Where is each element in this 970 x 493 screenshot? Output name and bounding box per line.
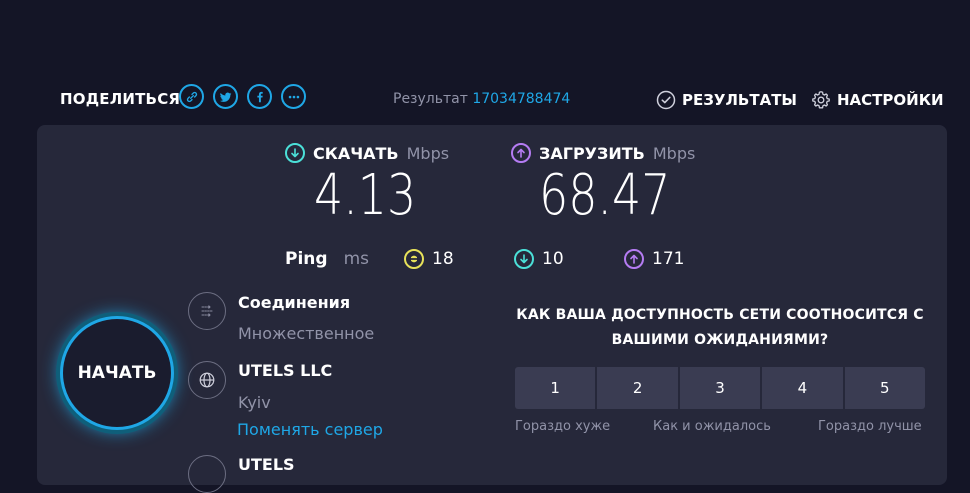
check-circle-icon [656,90,676,110]
top-bar: ПОДЕЛИТЬСЯ Результат 17034788474 РЕЗУЛЬТ… [0,82,970,116]
server2-icon [188,455,226,493]
ping-idle-value: 18 [432,249,454,269]
settings-nav-button[interactable]: НАСТРОЙКИ [811,90,944,110]
ping-upload-value: 171 [652,249,685,269]
start-button[interactable]: НАЧАТЬ [60,316,174,430]
results-nav-button[interactable]: РЕЗУЛЬТАТЫ [656,90,797,110]
ping-unit: ms [343,249,369,269]
ping-label-group: Ping ms [285,249,369,269]
rating-scale: 1 2 3 4 5 [515,367,926,409]
share-label: ПОДЕЛИТЬСЯ [60,90,181,108]
more-icon[interactable] [281,84,306,109]
server-city: Kyiv [238,393,271,412]
connections-value: Множественное [238,324,375,343]
upload-value: 68.47 [539,163,671,228]
results-nav-label: РЕЗУЛЬТАТЫ [682,91,797,109]
survey-question: КАК ВАША ДОСТУПНОСТЬ СЕТИ СООТНОСИТСЯ С … [516,307,924,348]
upload-label: ЗАГРУЗИТЬ [539,143,645,163]
ping-idle-icon [404,249,424,269]
rating-option-1[interactable]: 1 [515,367,596,409]
connections-title: Соединения [238,293,351,312]
upload-arrow-icon [511,143,531,163]
download-header: СКАЧАТЬ Mbps [285,143,449,163]
download-label: СКАЧАТЬ [313,143,399,163]
server2-provider: UTELS [238,455,295,474]
scale-low-label: Гораздо хуже [515,419,611,434]
ping-download-value: 10 [542,249,564,269]
download-value: 4.13 [314,163,417,228]
change-server-link[interactable]: Поменять сервер [237,420,383,439]
upload-unit: Mbps [652,143,696,163]
scale-mid-label: Как и ожидалось [653,419,771,434]
download-unit: Mbps [406,143,450,163]
ping-label: Ping [285,249,328,269]
ping-upload: 171 [624,249,684,269]
server-provider: UTELS LLC [238,361,333,380]
ping-idle: 18 [404,249,454,269]
result-id-link[interactable]: 17034788474 [472,91,570,107]
connections-icon [188,292,226,330]
rating-option-2[interactable]: 2 [597,367,678,409]
download-arrow-icon [285,143,305,163]
result-label: Результат 17034788474 [393,91,570,107]
result-label-text: Результат [393,91,468,107]
upload-header: ЗАГРУЗИТЬ Mbps [511,143,695,163]
rating-option-5[interactable]: 5 [844,367,926,409]
ping-download-icon [514,249,534,269]
link-icon[interactable] [179,84,204,109]
rating-option-4[interactable]: 4 [762,367,843,409]
ping-download: 10 [514,249,564,269]
facebook-icon[interactable] [247,84,272,109]
rating-option-3[interactable]: 3 [679,367,761,409]
ping-upload-icon [624,249,644,269]
settings-nav-label: НАСТРОЙКИ [837,91,944,109]
gear-icon [812,91,830,109]
twitter-icon[interactable] [213,84,238,109]
scale-high-label: Гораздо лучше [818,419,922,434]
globe-icon [188,361,226,399]
